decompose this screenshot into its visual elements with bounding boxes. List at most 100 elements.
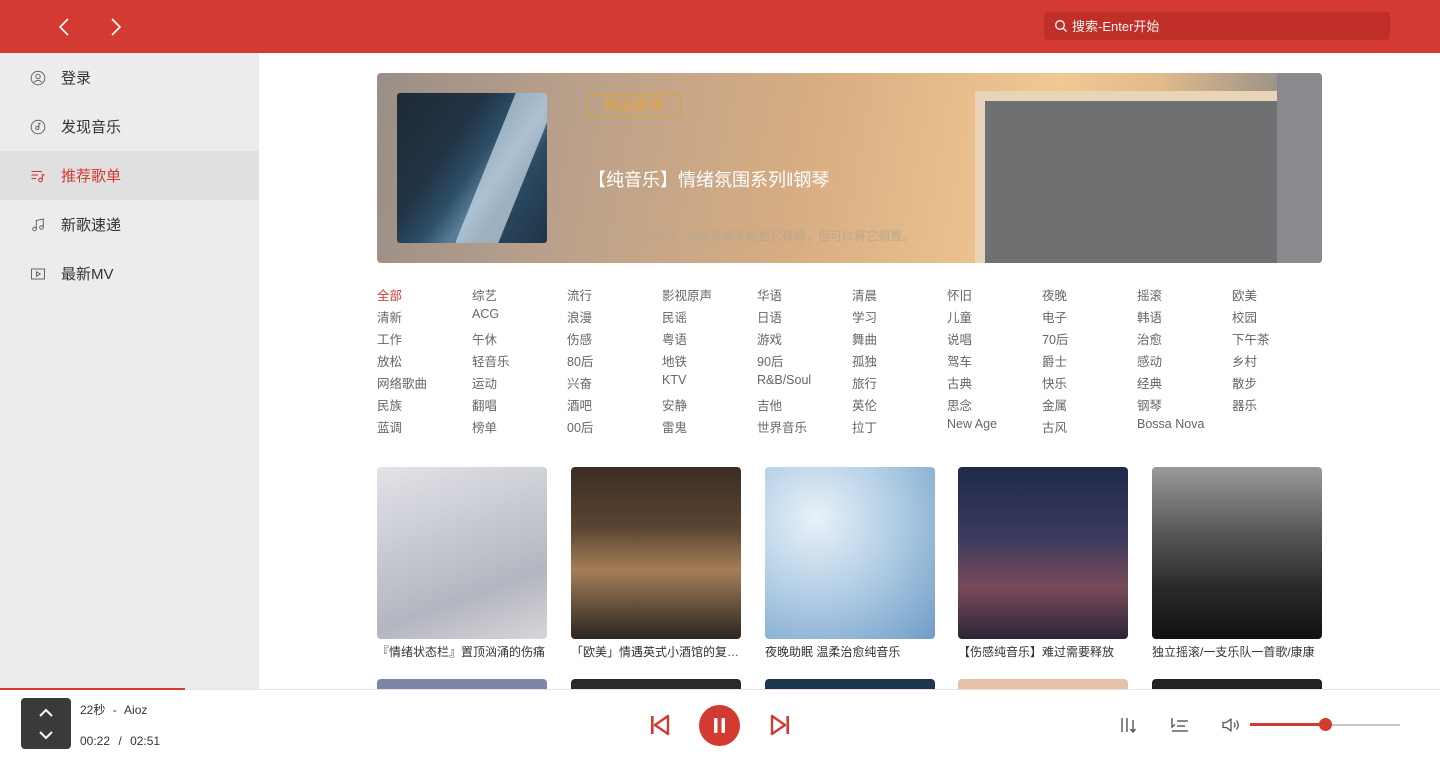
play-queue-button[interactable] xyxy=(1170,716,1190,734)
category-tag[interactable]: 运动 xyxy=(472,373,497,392)
category-tag[interactable]: 伤感 xyxy=(567,329,592,348)
category-tag[interactable]: 摇滚 xyxy=(1137,285,1162,304)
sidebar-item-discover[interactable]: 发现音乐 xyxy=(0,102,259,151)
playlist-cover[interactable] xyxy=(958,467,1128,639)
playlist-cover[interactable] xyxy=(1152,467,1322,639)
playlist-cover[interactable] xyxy=(571,467,741,639)
category-tag[interactable]: KTV xyxy=(662,373,686,387)
category-tag[interactable]: 榜单 xyxy=(472,417,497,436)
volume-button[interactable] xyxy=(1221,716,1241,734)
playlist-name[interactable]: 独立摇滚/一支乐队一首歌/康康 xyxy=(1152,643,1322,660)
category-tag[interactable]: 清晨 xyxy=(852,285,877,304)
playlist-cover[interactable] xyxy=(958,679,1128,689)
category-tag[interactable]: 华语 xyxy=(757,285,782,304)
category-tag[interactable]: 古风 xyxy=(1042,417,1067,436)
premium-playlist-tag[interactable]: 精品歌单 xyxy=(587,94,681,118)
category-tag[interactable]: 古典 xyxy=(947,373,972,392)
category-tag[interactable]: 工作 xyxy=(377,329,402,348)
category-tag[interactable]: 校园 xyxy=(1232,307,1257,326)
category-tag[interactable]: 翻唱 xyxy=(472,395,497,414)
category-tag[interactable]: 网络歌曲 xyxy=(377,373,427,392)
forward-button[interactable] xyxy=(102,14,128,40)
category-tag[interactable]: 游戏 xyxy=(757,329,782,348)
playlist-card[interactable]: 『情绪状态栏』置顶汹涌的伤痛 xyxy=(377,467,547,660)
category-tag[interactable]: 学习 xyxy=(852,307,877,326)
category-tag[interactable]: 下午茶 xyxy=(1232,329,1270,348)
category-tag[interactable]: 70后 xyxy=(1042,329,1068,348)
now-playing-cover[interactable] xyxy=(21,698,71,749)
category-tag[interactable]: 经典 xyxy=(1137,373,1162,392)
category-tag[interactable]: Bossa Nova xyxy=(1137,417,1204,431)
category-tag[interactable]: 90后 xyxy=(757,351,783,370)
category-tag[interactable]: 80后 xyxy=(567,351,593,370)
playlist-card[interactable]: 独立摇滚/一支乐队一首歌/康康 xyxy=(1152,467,1322,660)
pause-button[interactable] xyxy=(699,705,740,746)
category-tag[interactable]: 器乐 xyxy=(1232,395,1257,414)
category-tag[interactable]: 浪漫 xyxy=(567,307,592,326)
category-tag[interactable]: 清新 xyxy=(377,307,402,326)
playlist-cover[interactable] xyxy=(377,467,547,639)
category-tag[interactable]: 酒吧 xyxy=(567,395,592,414)
category-tag[interactable]: 散步 xyxy=(1232,373,1257,392)
playlist-name[interactable]: 『情绪状态栏』置顶汹涌的伤痛 xyxy=(377,643,547,660)
category-tag[interactable]: 兴奋 xyxy=(567,373,592,392)
next-button[interactable] xyxy=(769,714,791,736)
category-tag[interactable]: 地铁 xyxy=(662,351,687,370)
playlist-cover[interactable] xyxy=(765,467,935,639)
lyrics-toggle-button[interactable] xyxy=(1119,716,1139,734)
search-input[interactable] xyxy=(1072,12,1382,40)
category-tag[interactable]: 放松 xyxy=(377,351,402,370)
playlist-name[interactable]: 【伤感纯音乐】难过需要释放 xyxy=(958,643,1128,660)
category-tag[interactable]: 拉丁 xyxy=(852,417,877,436)
category-tag[interactable]: 蓝调 xyxy=(377,417,402,436)
category-tag[interactable]: 全部 xyxy=(377,285,402,304)
playlist-cover[interactable] xyxy=(571,679,741,689)
sidebar-item-new-songs[interactable]: 新歌速递 xyxy=(0,200,259,249)
category-tag[interactable]: 流行 xyxy=(567,285,592,304)
category-tag[interactable]: 驾车 xyxy=(947,351,972,370)
category-tag[interactable]: New Age xyxy=(947,417,997,431)
category-tag[interactable]: 吉他 xyxy=(757,395,782,414)
category-tag[interactable]: 民族 xyxy=(377,395,402,414)
category-tag[interactable]: ACG xyxy=(472,307,499,321)
sidebar-item-latest-mv[interactable]: 最新MV xyxy=(0,249,259,298)
category-tag[interactable]: 综艺 xyxy=(472,285,497,304)
category-tag[interactable]: 金属 xyxy=(1042,395,1067,414)
playlist-cover[interactable] xyxy=(377,679,547,689)
playlist-card[interactable]: 「欧美」情遇英式小酒馆的复古时光 xyxy=(571,467,741,660)
category-tag[interactable]: 乡村 xyxy=(1232,351,1257,370)
category-tag[interactable]: 爵士 xyxy=(1042,351,1067,370)
category-tag[interactable]: 舞曲 xyxy=(852,329,877,348)
banner-cover-image[interactable] xyxy=(397,93,547,243)
playlist-cover[interactable] xyxy=(1152,679,1322,689)
category-tag[interactable]: 世界音乐 xyxy=(757,417,807,436)
category-tag[interactable]: 电子 xyxy=(1042,307,1067,326)
volume-slider-fill[interactable] xyxy=(1250,723,1325,726)
category-tag[interactable]: 儿童 xyxy=(947,307,972,326)
category-tag[interactable]: 感动 xyxy=(1137,351,1162,370)
category-tag[interactable]: 影视原声 xyxy=(662,285,712,304)
playlist-name[interactable]: 夜晚助眠 温柔治愈纯音乐 xyxy=(765,643,935,660)
playlist-card[interactable]: 【伤感纯音乐】难过需要释放 xyxy=(958,467,1128,660)
playlist-cover[interactable] xyxy=(765,679,935,689)
category-tag[interactable]: 00后 xyxy=(567,417,593,436)
category-tag[interactable]: 治愈 xyxy=(1137,329,1162,348)
category-tag[interactable]: 思念 xyxy=(947,395,972,414)
category-tag[interactable]: R&B/Soul xyxy=(757,373,811,387)
category-tag[interactable]: 旅行 xyxy=(852,373,877,392)
playlist-name[interactable]: 「欧美」情遇英式小酒馆的复古时光 xyxy=(571,643,741,660)
category-tag[interactable]: 孤独 xyxy=(852,351,877,370)
category-tag[interactable]: 日语 xyxy=(757,307,782,326)
category-tag[interactable]: 午休 xyxy=(472,329,497,348)
category-tag[interactable]: 英伦 xyxy=(852,395,877,414)
featured-playlist-banner[interactable]: 精品歌单 【纯音乐】情绪氛围系列‖钢琴 孤独是一个你的，谁和谁都不能把它移除，但… xyxy=(377,73,1322,263)
category-tag[interactable]: 韩语 xyxy=(1137,307,1162,326)
category-tag[interactable]: 雷鬼 xyxy=(662,417,687,436)
back-button[interactable] xyxy=(52,14,78,40)
previous-button[interactable] xyxy=(649,714,671,736)
sidebar-item-login[interactable]: 登录 xyxy=(0,53,259,102)
category-tag[interactable]: 钢琴 xyxy=(1137,395,1162,414)
category-tag[interactable]: 怀旧 xyxy=(947,285,972,304)
category-tag[interactable]: 说唱 xyxy=(947,329,972,348)
sidebar-item-recommended-playlists[interactable]: 推荐歌单 xyxy=(0,151,259,200)
